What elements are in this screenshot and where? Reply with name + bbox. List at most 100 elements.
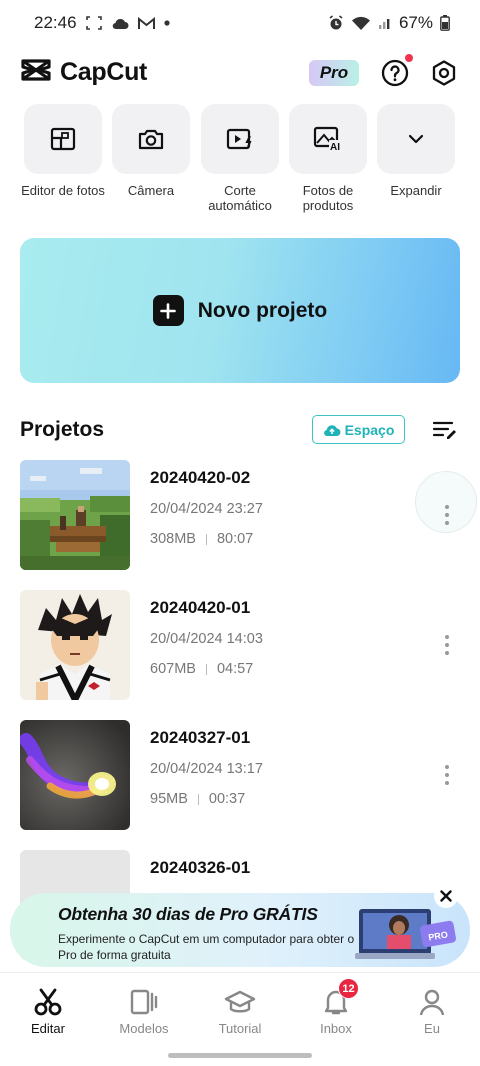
project-row[interactable]: 20240420-01 20/04/2024 14:03 607MB 04:57 [0,590,480,700]
promo-title: Obtenha 30 dias de Pro GRÁTIS [58,904,318,924]
product-photo-ai-icon: AI [313,126,342,152]
cloud-upload-icon [323,424,341,436]
more-options-button[interactable] [435,630,459,660]
dot [445,505,449,509]
nav-inbox[interactable]: Inbox [296,987,376,1036]
pro-promo-banner[interactable]: Obtenha 30 dias de Pro GRÁTIS Experiment… [10,893,470,967]
tool-tile[interactable] [377,104,455,174]
project-duration: 00:37 [208,791,246,807]
meta-divider [205,533,207,545]
tool-auto-cut[interactable]: Corte automático [196,104,284,213]
capcut-logo: CapCut [20,58,147,87]
tool-tile[interactable] [24,104,102,174]
more-options-button[interactable] [435,500,459,530]
battery-percent: 67% [398,13,433,32]
promo-subtitle: Experimente o CapCut em um computador pa… [58,932,355,962]
project-name: 20240326-01 [150,858,251,877]
nav-label: Eu [424,1021,440,1036]
tool-tile[interactable] [112,104,190,174]
settings-button[interactable] [429,58,459,88]
close-promo-button[interactable] [434,884,458,908]
project-thumbnail[interactable] [20,720,130,830]
tool-label: Editor de fotos [21,183,105,198]
auto-cut-icon [226,128,252,150]
tool-product-photos[interactable]: AI Fotos de produtos [284,104,372,213]
notification-dot [405,54,413,62]
space-button[interactable]: Espaço [312,415,405,444]
project-date: 20/04/2024 13:17 [150,761,263,777]
dot [445,643,449,647]
nav-tutorial[interactable]: Tutorial [200,987,280,1036]
project-duration: 80:07 [216,531,254,547]
signal-icon [378,16,392,30]
project-size: 308MB [150,531,196,547]
app-name: CapCut [60,58,148,86]
nav-templates[interactable]: Modelos [104,987,184,1036]
project-size: 607MB [150,661,196,677]
nav-label: Tutorial [218,1021,262,1036]
tool-label: Câmera [127,183,175,198]
help-button[interactable] [380,58,410,88]
space-label: Espaço [344,421,395,438]
app-header: CapCut Pro [0,50,480,96]
project-name: 20240420-01 [150,598,251,617]
templates-icon [104,987,184,1017]
dot [445,635,449,639]
status-time: 22:46 [34,13,77,32]
home-indicator[interactable] [168,1053,312,1058]
capcut-logo-icon [20,58,52,87]
capcut-home-screen: 22:46 67% CapCut Pro Editor de fotos Câm… [0,0,480,1066]
tool-tile[interactable]: AI [289,104,367,174]
plus-icon [152,295,184,326]
tool-tile[interactable] [201,104,279,174]
settings-icon [432,60,456,86]
nav-label: Inbox [320,1021,352,1036]
screenshot-icon [85,16,102,30]
tool-camera[interactable]: Câmera [107,104,195,198]
svg-text:AI: AI [330,142,340,152]
meta-divider [205,663,207,675]
dot [445,773,449,777]
new-project-button[interactable]: Novo projeto [20,238,460,383]
photo-editor-icon [50,127,76,151]
pro-badge[interactable]: Pro [309,60,359,86]
sort-edit-icon [432,421,456,439]
dot-icon [163,20,170,26]
more-options-button[interactable] [435,760,459,790]
tool-expand[interactable]: Expandir [372,104,460,198]
project-date: 20/04/2024 14:03 [150,631,263,647]
gmail-icon [137,16,155,30]
project-meta: 308MB 80:07 [150,531,253,547]
cloud-icon [111,17,129,30]
dot [445,781,449,785]
nav-edit[interactable]: Editar [8,987,88,1036]
bell-icon [296,987,376,1017]
user-icon [392,987,472,1017]
nav-profile[interactable]: Eu [392,987,472,1036]
sort-edit-button[interactable] [432,418,458,442]
project-thumbnail[interactable] [20,460,130,570]
project-thumbnail[interactable] [20,590,130,700]
bottom-navigation: Editar Modelos Tutorial Inbox Eu [0,972,480,1042]
tool-label: Fotos de produtos [302,183,354,213]
chevron-down-icon [408,134,424,144]
alarm-icon [328,15,344,31]
project-row[interactable]: 20240327-01 20/04/2024 13:17 95MB 00:37 [0,720,480,830]
tool-photo-editor[interactable]: Editor de fotos [19,104,107,198]
graduation-cap-icon [200,987,280,1017]
close-icon [440,890,452,902]
dot [445,513,449,517]
status-bar: 22:46 67% [0,0,480,46]
project-name: 20240327-01 [150,728,251,747]
projects-header: Projetos Espaço [0,410,480,450]
promo-illustration: PRO [355,903,465,963]
scissors-icon [8,987,88,1017]
project-duration: 04:57 [216,661,254,677]
wifi-icon [351,16,371,31]
dot [445,765,449,769]
dot [445,521,449,525]
project-date: 20/04/2024 23:27 [150,501,263,517]
project-row[interactable]: 20240420-02 20/04/2024 23:27 308MB 80:07 [0,460,480,570]
nav-label: Modelos [119,1021,169,1036]
tool-label: Corte automático [208,183,272,213]
